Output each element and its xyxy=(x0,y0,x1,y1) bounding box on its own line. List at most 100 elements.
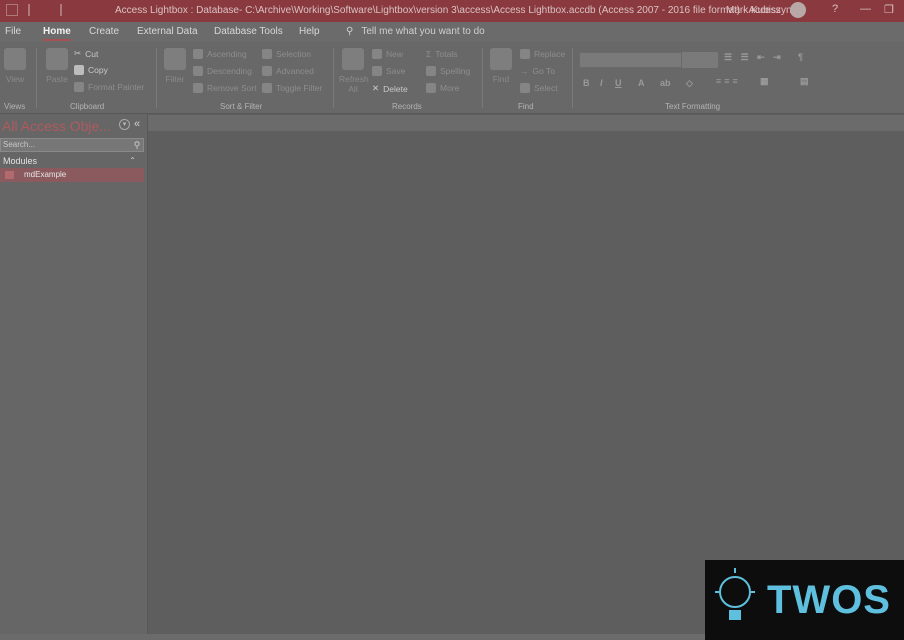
pointer-icon xyxy=(520,83,530,93)
sort-descending-icon xyxy=(193,66,203,76)
tell-me-box[interactable]: ⚲ Tell me what you want to do xyxy=(346,26,485,37)
group-label-records: Records xyxy=(392,102,422,111)
more-button[interactable]: More xyxy=(426,83,459,93)
tab-external-data[interactable]: External Data xyxy=(137,26,198,37)
group-label-sort-filter: Sort & Filter xyxy=(220,102,263,111)
list-icons[interactable]: ☰ ☰ ⇤ ⇥ xyxy=(724,52,784,63)
bold-button[interactable]: B xyxy=(583,78,590,88)
nav-menu-icon[interactable]: ▾ xyxy=(119,119,130,130)
chevron-up-icon: ⌃ xyxy=(129,156,136,165)
delete-x-icon: ✕ xyxy=(372,83,380,93)
copy-button[interactable]: Copy xyxy=(74,65,108,75)
spelling-button[interactable]: Spelling xyxy=(426,66,470,76)
restore-button[interactable]: ❐ xyxy=(884,3,894,16)
format-painter-button[interactable]: Format Painter xyxy=(74,82,144,92)
fill-color-icon[interactable]: ◇ xyxy=(686,78,693,89)
remove-sort-button[interactable]: Remove Sort xyxy=(193,83,257,93)
refresh-all-button[interactable]: Refresh All xyxy=(339,48,369,94)
selection-icon xyxy=(262,49,272,59)
avatar[interactable] xyxy=(790,2,806,18)
help-button[interactable]: ? xyxy=(832,3,838,15)
search-icon: ⚲ xyxy=(346,26,354,37)
find-button[interactable]: Find xyxy=(489,48,513,84)
save-icon[interactable] xyxy=(6,4,18,16)
cut-button[interactable]: ✂ Cut xyxy=(74,48,98,59)
paste-icon xyxy=(46,48,68,70)
navigation-pane: All Access Obje... ▾ « Search... ⚲ Modul… xyxy=(0,114,148,634)
goto-button[interactable]: → Go To xyxy=(520,66,555,76)
copy-icon xyxy=(74,65,84,75)
separator xyxy=(36,48,37,108)
paste-button[interactable]: Paste xyxy=(44,48,70,84)
nav-pane-title[interactable]: All Access Obje... xyxy=(2,118,111,134)
descending-button[interactable]: Descending xyxy=(193,66,252,76)
search-icon[interactable]: ⚲ xyxy=(130,138,144,152)
arrow-right-icon: → xyxy=(520,66,529,76)
group-label-find: Find xyxy=(518,102,534,111)
tab-home[interactable]: Home xyxy=(43,26,71,41)
document-tab-strip xyxy=(148,115,904,131)
ribbon: View Views Paste ✂ Cut Copy Format Painte… xyxy=(0,42,904,114)
filter-button[interactable]: Filter xyxy=(163,48,187,84)
scissors-icon: ✂ xyxy=(74,48,82,58)
ribbon-tabs: File Home Create External Data Database … xyxy=(0,22,904,42)
refresh-icon xyxy=(342,48,364,70)
nav-item-mdexample[interactable]: mdExample xyxy=(0,168,144,182)
align-icons[interactable]: ≡≡≡ xyxy=(716,76,741,86)
new-record-icon xyxy=(372,49,382,59)
more-icon xyxy=(426,83,436,93)
sort-ascending-icon xyxy=(193,49,203,59)
toggle-filter-button[interactable]: Toggle Filter xyxy=(262,83,322,93)
advanced-button[interactable]: Advanced xyxy=(262,66,314,76)
advanced-filter-icon xyxy=(262,66,272,76)
logo-text: TWOS xyxy=(767,578,891,622)
user-name[interactable]: Mark Kubiszyn xyxy=(726,5,792,16)
save-icon xyxy=(372,66,382,76)
redo-icon[interactable] xyxy=(50,4,62,16)
funnel-icon xyxy=(164,48,186,70)
select-button[interactable]: Select xyxy=(520,83,558,93)
collapse-icon[interactable]: « xyxy=(134,118,140,130)
tab-database-tools[interactable]: Database Tools xyxy=(214,26,283,37)
lightbulb-icon xyxy=(715,568,755,620)
view-button[interactable]: View xyxy=(2,48,28,84)
toggle-filter-icon xyxy=(262,83,272,93)
replace-button[interactable]: Replace xyxy=(520,49,565,59)
replace-icon xyxy=(520,49,530,59)
ascending-button[interactable]: Ascending xyxy=(193,49,247,59)
remove-sort-icon xyxy=(193,83,203,93)
font-color-icon[interactable]: A xyxy=(638,78,645,88)
separator xyxy=(156,48,157,108)
separator xyxy=(572,48,573,108)
module-icon xyxy=(5,171,14,179)
paragraph-direction-icon[interactable]: ¶ xyxy=(798,52,803,62)
magnifier-icon xyxy=(490,48,512,70)
totals-button[interactable]: Σ Totals xyxy=(426,49,457,59)
italic-button[interactable]: I xyxy=(600,78,603,88)
undo-icon[interactable] xyxy=(28,4,40,16)
minimize-button[interactable]: — xyxy=(860,3,871,15)
twos-logo: TWOS xyxy=(705,560,904,640)
separator xyxy=(333,48,334,108)
title-bar: Access Lightbox : Database- C:\Archive\W… xyxy=(0,0,904,22)
tab-file[interactable]: File xyxy=(5,26,21,37)
nav-section-modules[interactable]: Modules ⌃ xyxy=(0,154,144,168)
spelling-icon xyxy=(426,66,436,76)
gridlines-icon[interactable]: ▦ xyxy=(760,76,769,87)
selection-button[interactable]: Selection xyxy=(262,49,311,59)
brush-icon xyxy=(74,82,84,92)
search-input[interactable]: Search... xyxy=(0,138,144,152)
underline-button[interactable]: U xyxy=(615,78,622,88)
view-icon xyxy=(4,48,26,70)
highlight-icon[interactable]: ab xyxy=(660,78,671,88)
new-record-button[interactable]: New xyxy=(372,49,403,59)
save-record-button[interactable]: Save xyxy=(372,66,405,76)
alternate-row-color-icon[interactable]: ▤ xyxy=(800,76,809,87)
group-label-clipboard: Clipboard xyxy=(70,102,105,111)
sigma-icon: Σ xyxy=(426,49,432,59)
group-label-text-formatting: Text Formatting xyxy=(665,102,721,111)
tab-create[interactable]: Create xyxy=(89,26,119,37)
font-size-select[interactable] xyxy=(681,52,717,68)
delete-button[interactable]: ✕ Delete xyxy=(372,83,408,94)
tab-help[interactable]: Help xyxy=(299,26,320,37)
